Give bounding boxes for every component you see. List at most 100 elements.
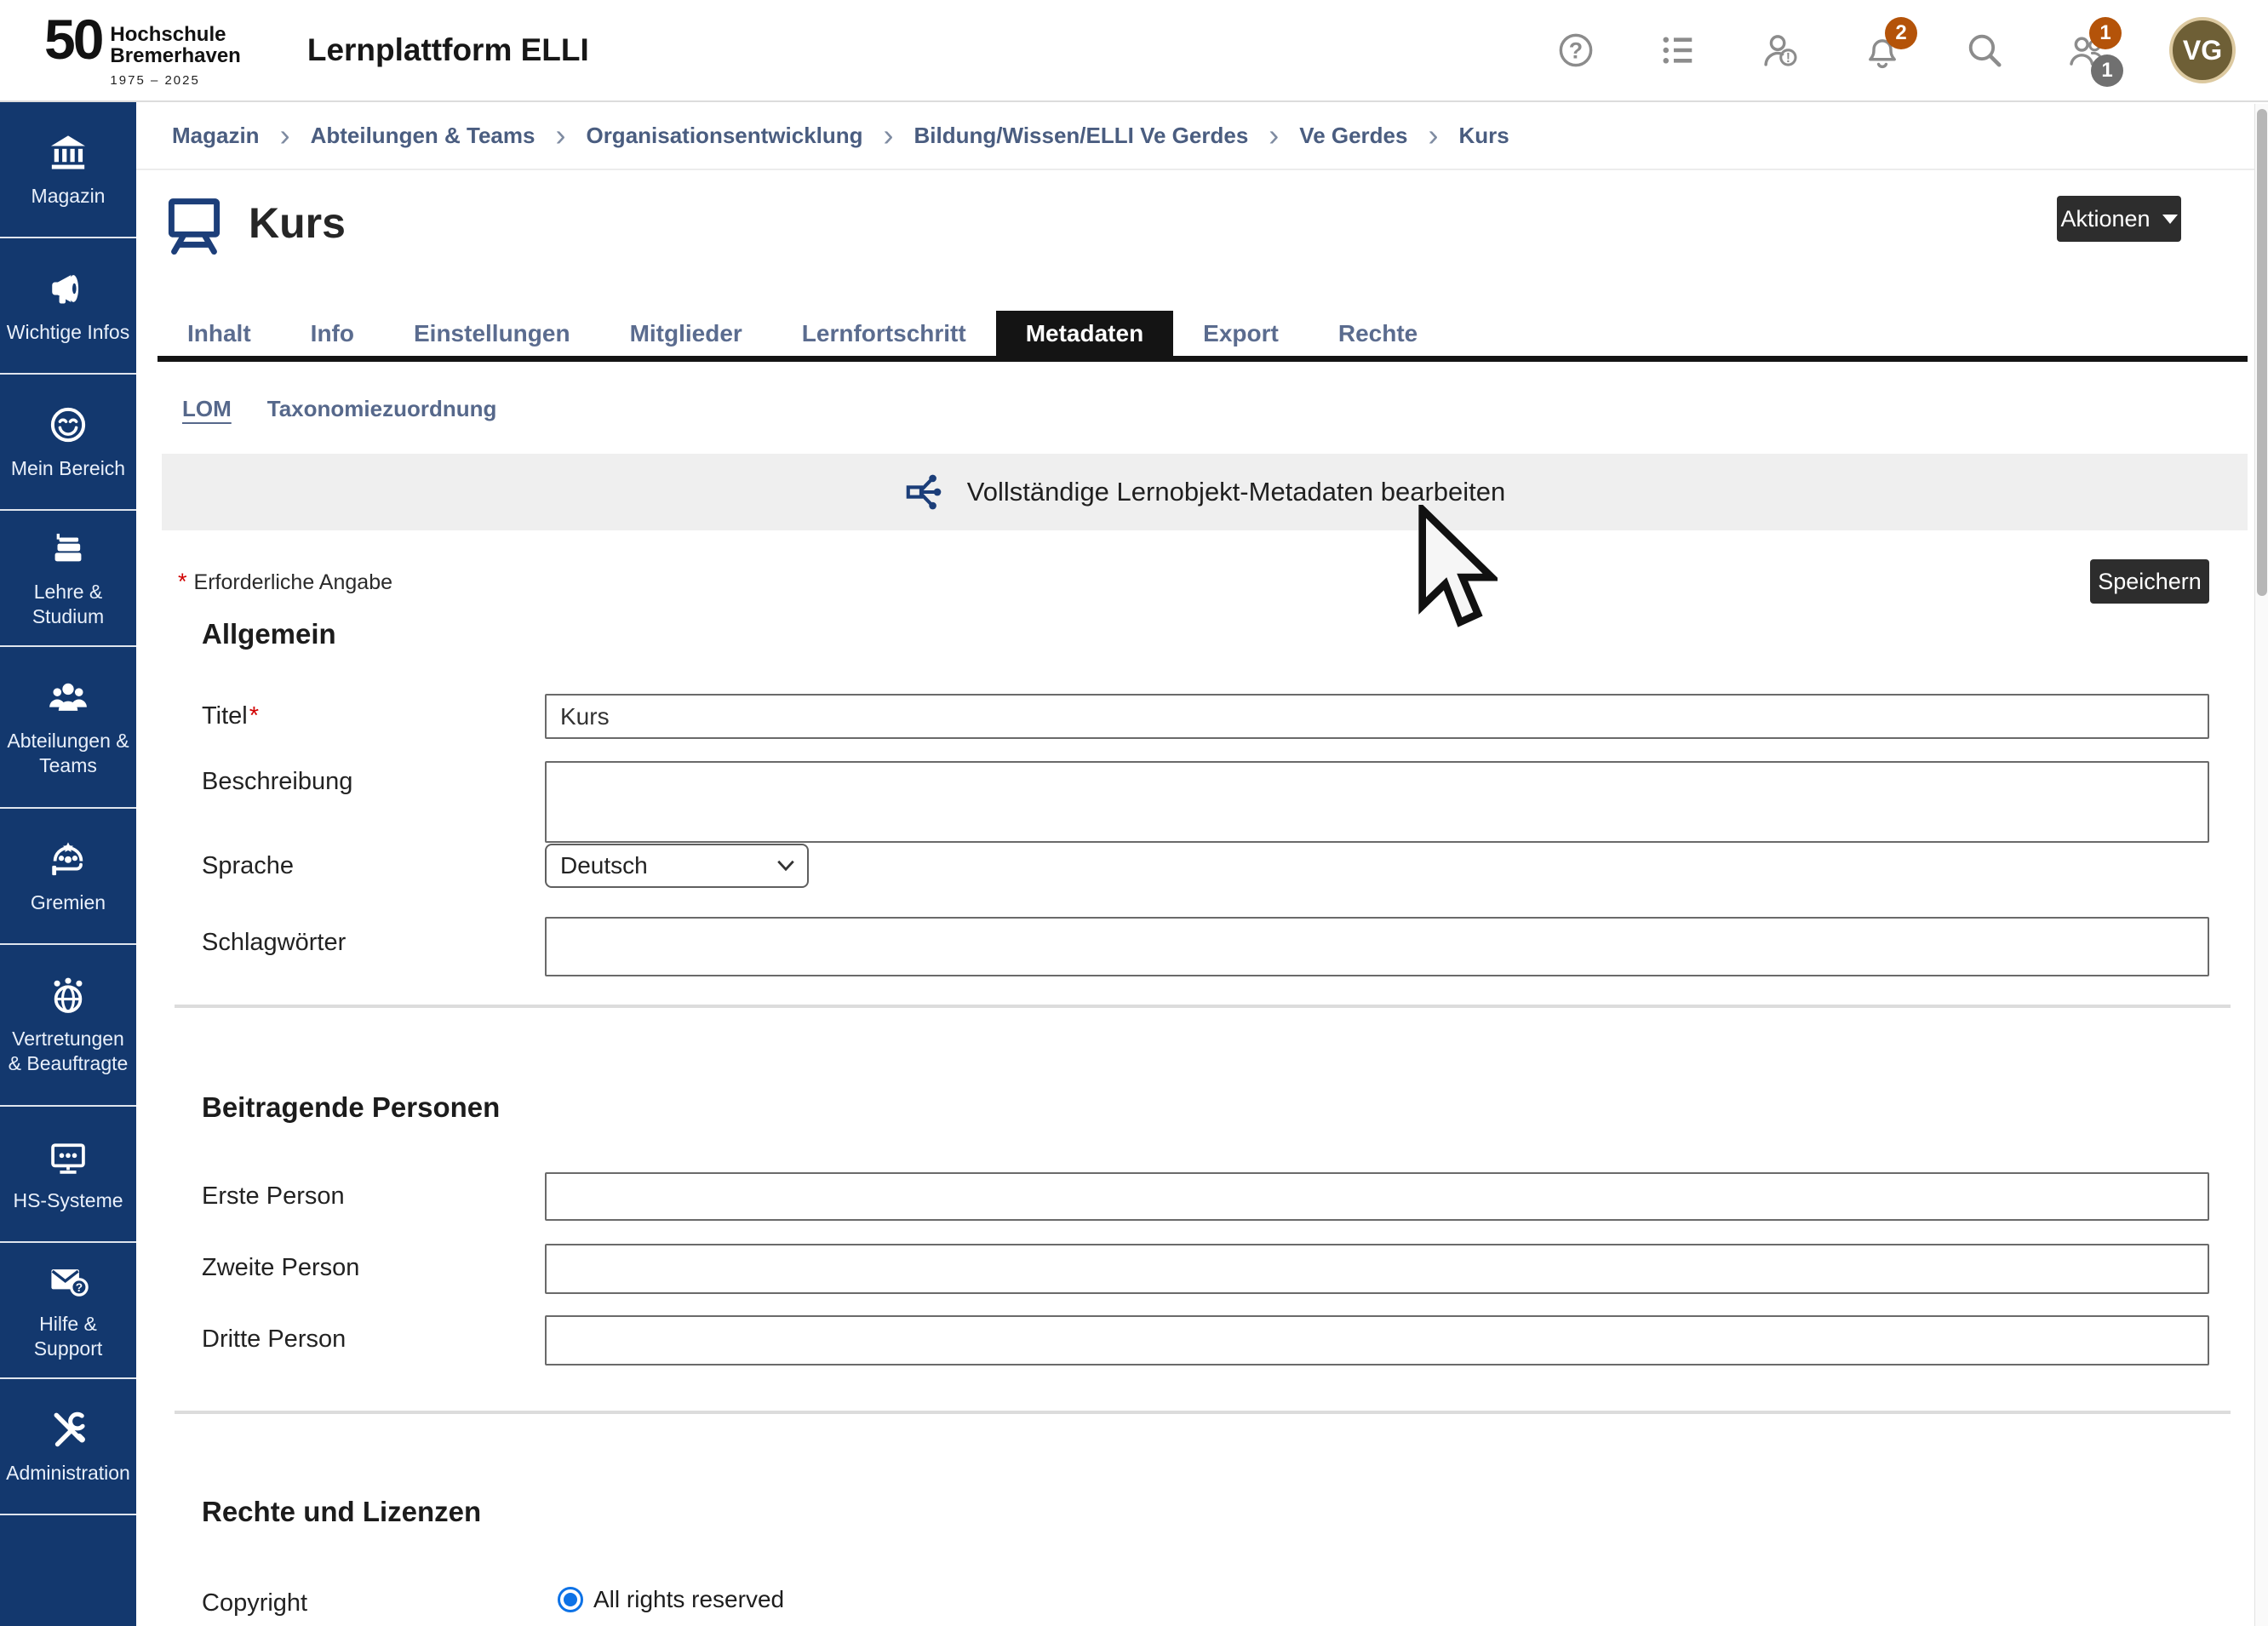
task-list-button[interactable] <box>1658 31 1698 70</box>
radio-selected-dot <box>564 1593 577 1606</box>
sidebar-item-wichtige-infos[interactable]: Wichtige Infos <box>0 238 136 375</box>
form-row-titel: Titel* <box>202 694 2209 739</box>
section-divider <box>175 1005 2231 1008</box>
required-asterisk: * <box>178 569 187 594</box>
sidebar-item-label: Hilfe & Support <box>4 1312 132 1361</box>
sidebar-item-label: HS-Systeme <box>13 1188 123 1213</box>
app-header: 50 Hochschule Bremerhaven 1975 – 2025 Le… <box>0 0 2268 102</box>
tab-metadaten[interactable]: Metadaten <box>996 311 1173 356</box>
caret-down-icon <box>2162 215 2178 224</box>
contacts-sub-badge: 1 <box>2091 54 2123 87</box>
subtab-taxonomiezuordnung[interactable]: Taxonomiezuordnung <box>267 396 497 422</box>
breadcrumb-separator: › <box>280 120 290 151</box>
actions-button[interactable]: Aktionen <box>2057 196 2181 242</box>
form-row-schlagwoerter: Schlagwörter <box>202 917 2209 976</box>
dritte-person-input[interactable] <box>545 1315 2209 1365</box>
help-button[interactable]: ? <box>1556 31 1595 70</box>
titel-required-asterisk: * <box>249 702 259 730</box>
logo-anniversary: 1975 – 2025 <box>110 73 240 88</box>
tab-inhalt[interactable]: Inhalt <box>158 311 281 356</box>
save-button[interactable]: Speichern <box>2090 559 2209 604</box>
bank-icon <box>47 131 89 174</box>
tab-lernfortschritt[interactable]: Lernfortschritt <box>772 311 996 356</box>
chevron-down-icon <box>776 860 795 872</box>
erste-person-input[interactable] <box>545 1172 2209 1221</box>
search-icon <box>1965 31 2004 70</box>
user-status-icon: ! <box>1761 31 1800 70</box>
copyright-option-label: All rights reserved <box>593 1586 784 1613</box>
sprache-selected-value: Deutsch <box>560 852 648 879</box>
breadcrumb-item-bildung-wissen[interactable]: Bildung/Wissen/ELLI Ve Gerdes <box>914 123 1249 149</box>
sidebar-item-label: Wichtige Infos <box>7 320 129 345</box>
subtab-bar: LOM Taxonomiezuordnung <box>182 392 532 426</box>
sidebar-item-hilfe-support[interactable]: ? Hilfe & Support <box>0 1243 136 1379</box>
breadcrumb-separator: › <box>1269 120 1279 151</box>
breadcrumb-item-organisationsentwicklung[interactable]: Organisationsentwicklung <box>586 123 862 149</box>
form-row-sprache: Sprache Deutsch <box>202 844 2209 888</box>
tools-icon <box>47 1408 89 1451</box>
section-divider <box>175 1411 2231 1414</box>
notifications-button[interactable]: 2 <box>1863 31 1902 70</box>
contacts-button[interactable]: 1 1 <box>2067 31 2106 70</box>
titel-input[interactable] <box>545 694 2209 739</box>
breadcrumb-separator: › <box>555 120 565 151</box>
user-status-button[interactable]: ! <box>1761 31 1800 70</box>
scrollbar-thumb[interactable] <box>2257 109 2267 596</box>
zweite-person-input[interactable] <box>545 1244 2209 1294</box>
dritte-person-label: Dritte Person <box>202 1315 545 1365</box>
main-content: Magazin › Abteilungen & Teams › Organisa… <box>136 102 2254 1626</box>
app-title: Lernplattform ELLI <box>307 32 589 68</box>
tab-einstellungen[interactable]: Einstellungen <box>384 311 600 356</box>
copyright-radio[interactable] <box>558 1587 583 1612</box>
breadcrumb-item-kurs[interactable]: Kurs <box>1458 123 1509 149</box>
sprache-label: Sprache <box>202 844 545 888</box>
actions-button-label: Aktionen <box>2060 206 2150 232</box>
erste-person-label: Erste Person <box>202 1172 545 1221</box>
breadcrumb-item-ve-gerdes[interactable]: Ve Gerdes <box>1299 123 1407 149</box>
svg-text:?: ? <box>76 1281 83 1294</box>
sidebar-item-magazin[interactable]: Magazin <box>0 102 136 238</box>
required-hint: *Erforderliche Angabe <box>178 569 392 595</box>
section-heading-allgemein: Allgemein <box>202 618 336 650</box>
vertical-scrollbar[interactable] <box>2254 104 2268 1626</box>
tab-export[interactable]: Export <box>1173 311 1309 356</box>
copyright-radio-row: All rights reserved <box>558 1586 2209 1613</box>
sidebar-item-label: Lehre & Studium <box>4 580 132 629</box>
user-avatar[interactable]: VG <box>2169 17 2236 83</box>
breadcrumb: Magazin › Abteilungen & Teams › Organisa… <box>136 102 2254 170</box>
sidebar-item-hs-systeme[interactable]: HS-Systeme <box>0 1107 136 1243</box>
mail-question-icon: ? <box>47 1259 89 1302</box>
notifications-badge: 2 <box>1885 17 1917 49</box>
logo-50: 50 <box>44 13 101 66</box>
megaphone-icon <box>47 267 89 310</box>
form-row-dritte-person: Dritte Person <box>202 1315 2209 1365</box>
course-easel-icon <box>162 191 226 255</box>
logo-institution-line2: Bremerhaven <box>110 46 240 67</box>
page-title: Kurs <box>249 198 346 248</box>
schlagwoerter-input[interactable] <box>545 917 2209 976</box>
breadcrumb-item-magazin[interactable]: Magazin <box>172 123 260 149</box>
zweite-person-label: Zweite Person <box>202 1244 545 1294</box>
sidebar-item-mein-bereich[interactable]: Mein Bereich <box>0 375 136 511</box>
edit-full-metadata-banner[interactable]: Vollständige Lernobjekt-Metadaten bearbe… <box>162 454 2248 530</box>
books-icon <box>47 527 89 570</box>
sidebar-item-lehre-studium[interactable]: Lehre & Studium <box>0 511 136 647</box>
breadcrumb-separator: › <box>884 120 894 151</box>
people-group-icon <box>47 676 89 719</box>
tab-rechte[interactable]: Rechte <box>1309 311 1447 356</box>
breadcrumb-item-abteilungen-teams[interactable]: Abteilungen & Teams <box>311 123 536 149</box>
sidebar-item-gremien[interactable]: Gremien <box>0 809 136 945</box>
monitor-password-icon <box>47 1136 89 1178</box>
sprache-select[interactable]: Deutsch <box>545 844 809 888</box>
search-button[interactable] <box>1965 31 2004 70</box>
sidebar-item-abteilungen-teams[interactable]: Abteilungen & Teams <box>0 647 136 809</box>
beschreibung-textarea[interactable] <box>545 761 2209 843</box>
sidebar-item-label: Administration <box>6 1461 130 1486</box>
subtab-lom[interactable]: LOM <box>182 396 232 422</box>
sidebar-item-administration[interactable]: Administration <box>0 1379 136 1515</box>
tab-info[interactable]: Info <box>281 311 384 356</box>
breadcrumb-separator: › <box>1428 120 1438 151</box>
logo-institution-line1: Hochschule <box>110 25 240 46</box>
sidebar-item-vertretungen-beauftragte[interactable]: Vertretungen & Beauftragte <box>0 945 136 1107</box>
tab-mitglieder[interactable]: Mitglieder <box>600 311 772 356</box>
